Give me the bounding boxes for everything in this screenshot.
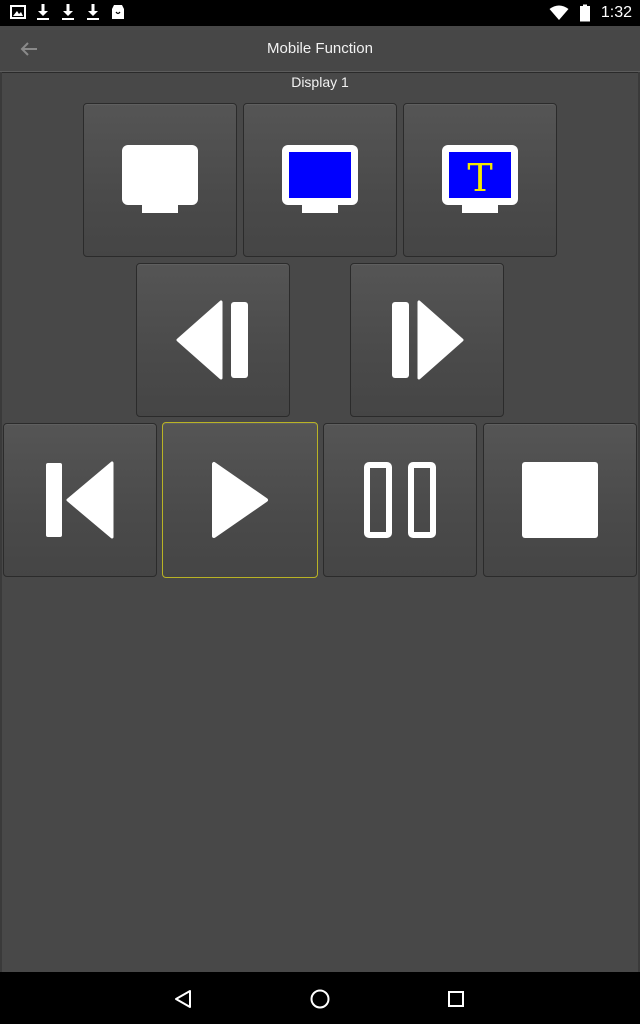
navigation-bar	[0, 972, 640, 1024]
status-time: 1:32	[600, 4, 632, 21]
wifi-icon	[549, 5, 569, 20]
pause-button[interactable]	[323, 423, 477, 577]
store-icon	[112, 5, 124, 19]
previous-icon	[176, 300, 248, 380]
play-icon	[212, 462, 268, 538]
download-icon	[62, 4, 74, 20]
play-button[interactable]	[162, 422, 318, 578]
display-white-icon	[122, 145, 198, 213]
display-blue-button[interactable]	[243, 103, 397, 257]
display-text-button[interactable]: T	[403, 103, 557, 257]
nav-home-button[interactable]	[305, 984, 335, 1014]
display-label: Display 1	[291, 74, 349, 90]
status-bar: 1:32	[0, 0, 640, 26]
skip-to-start-button[interactable]	[3, 423, 157, 577]
recents-square-icon	[448, 991, 464, 1007]
home-circle-icon	[310, 989, 330, 1009]
app-screen: 1:32 Mobile Function Display 1 T	[0, 0, 640, 1024]
display-blue-icon	[282, 145, 358, 213]
display-white-button[interactable]	[83, 103, 237, 257]
pause-icon	[364, 462, 436, 538]
skip-to-start-icon	[46, 461, 114, 539]
previous-button[interactable]	[136, 263, 290, 417]
download-icon	[37, 4, 49, 20]
page-title: Mobile Function	[267, 40, 373, 57]
action-bar: Mobile Function	[0, 26, 640, 72]
display-text-glyph: T	[467, 156, 492, 200]
nav-recents-button[interactable]	[441, 984, 471, 1014]
stop-button[interactable]	[483, 423, 637, 577]
battery-icon	[579, 4, 590, 22]
stop-icon	[522, 462, 598, 538]
image-icon	[10, 5, 26, 19]
download-icon	[87, 4, 99, 20]
notification-icons	[10, 3, 126, 21]
nav-back-button[interactable]	[168, 984, 198, 1014]
back-triangle-icon	[175, 990, 191, 1008]
system-icons: 1:32	[549, 3, 632, 23]
next-icon	[392, 300, 464, 380]
display-text-icon: T	[442, 145, 518, 213]
next-button[interactable]	[350, 263, 504, 417]
